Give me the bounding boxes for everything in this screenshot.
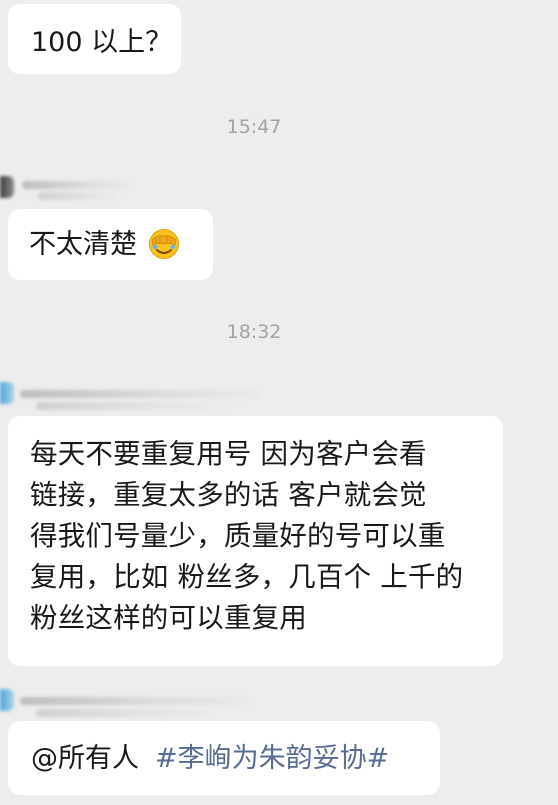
sender-name-blurred bbox=[20, 697, 250, 705]
sender-name-blurred bbox=[20, 390, 260, 398]
sender-name-blurred bbox=[36, 402, 226, 410]
message-line: 得我们号量少，质量好的号可以重 bbox=[30, 520, 446, 552]
message-text: 不太清楚 bbox=[29, 228, 137, 260]
message-bubble[interactable]: 不太清楚 bbox=[8, 209, 213, 280]
timestamp: 15:47 bbox=[226, 116, 282, 138]
avatar bbox=[0, 176, 14, 198]
message-bubble[interactable]: @所有人 #李峋为朱韵妥协# bbox=[8, 721, 440, 795]
face-with-hand-over-eyes-emoji bbox=[148, 229, 179, 259]
avatar bbox=[0, 689, 14, 711]
avatar bbox=[0, 382, 14, 404]
topic-link[interactable]: #李峋为朱韵妥协# bbox=[155, 745, 389, 772]
message-text: 100 以上？ bbox=[31, 27, 173, 58]
chat-screen: { "messages": [ { "text": "100 以上？" }, {… bbox=[0, 0, 558, 805]
message-bubble[interactable]: 每天不要重复用号 因为客户会看 链接，重复太多的话 客户就会觉 得我们号量少，质… bbox=[8, 416, 503, 666]
message-line: 粉丝这样的可以重复用 bbox=[30, 602, 307, 634]
message-line: 链接，重复太多的话 客户就会觉 bbox=[30, 479, 427, 511]
timestamp: 18:32 bbox=[226, 321, 282, 343]
message-line: 每天不要重复用号 因为客户会看 bbox=[30, 438, 427, 470]
mention-all[interactable]: @所有人 bbox=[31, 745, 139, 772]
sender-name-blurred bbox=[22, 181, 130, 189]
message-bubble[interactable]: 100 以上？ bbox=[8, 4, 181, 74]
message-line: 复用，比如 粉丝多，几百个 上千的 bbox=[30, 561, 464, 593]
sender-name-blurred bbox=[36, 709, 216, 717]
sender-name-blurred bbox=[38, 192, 120, 200]
